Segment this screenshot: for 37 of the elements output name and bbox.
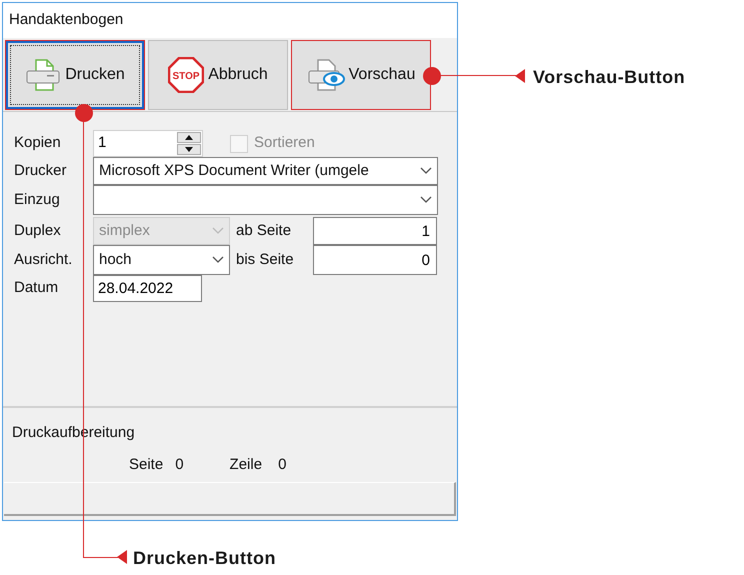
arrowhead-icon	[515, 69, 525, 83]
page-count: 0	[175, 454, 184, 474]
orientation-dropdown[interactable]: hoch	[93, 245, 230, 275]
field-label: Datum	[14, 278, 60, 298]
checkbox-label: Sortieren	[254, 133, 315, 154]
printer-icon	[25, 58, 62, 92]
window-title: Handaktenbogen	[9, 10, 124, 30]
callout-label: Vorschau-Button	[533, 66, 686, 89]
field-label: Drucker	[14, 160, 68, 181]
field-label: bis Seite	[235, 250, 295, 270]
callout-label: Drucken-Button	[133, 547, 276, 570]
field-label: ab Seite	[235, 220, 292, 241]
field-label: Duplex	[14, 220, 62, 241]
stop-sign-icon: STOP	[168, 57, 204, 93]
chevron-down-icon	[420, 196, 432, 204]
field-label: Ausricht.	[14, 250, 74, 270]
printer-eye-icon	[306, 58, 345, 92]
copies-spinner[interactable]: 1	[93, 130, 203, 157]
line-count: 0	[278, 454, 286, 474]
spin-up-icon[interactable]	[177, 132, 201, 143]
printer-dropdown[interactable]: Microsoft XPS Document Writer (umgele	[93, 157, 438, 185]
field-label: Einzug	[14, 190, 61, 210]
tray-dropdown[interactable]	[93, 185, 438, 215]
date-field[interactable]: 28.04.2022	[93, 275, 202, 302]
to-page-field[interactable]: 0	[313, 245, 437, 275]
field-label: Kopien	[14, 133, 62, 154]
arrowhead-icon	[117, 550, 127, 564]
line-label: Zeile	[230, 454, 262, 474]
spin-down-icon[interactable]	[177, 144, 201, 155]
from-page-field[interactable]: 1	[313, 217, 437, 245]
chevron-down-icon	[212, 227, 224, 235]
print-button[interactable]: Drucken	[5, 40, 145, 110]
chevron-down-icon	[212, 256, 224, 264]
page-label: Seite	[129, 454, 164, 474]
stop-button[interactable]: STOP Abbruch	[148, 40, 288, 110]
chevron-down-icon	[420, 167, 432, 175]
preview-button[interactable]: Vorschau	[291, 40, 431, 110]
